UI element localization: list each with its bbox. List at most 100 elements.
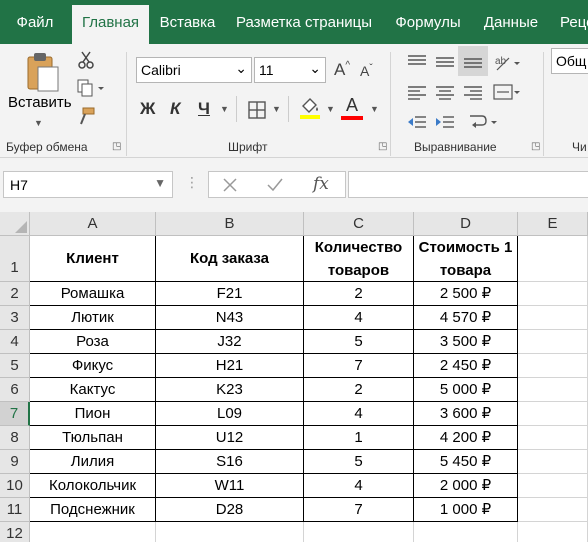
table-cell[interactable]: Роза <box>30 330 156 354</box>
fill-color-button[interactable] <box>298 96 322 120</box>
underline-dropdown-icon[interactable]: ▼ <box>220 104 229 114</box>
wrap-text-button[interactable] <box>466 110 500 134</box>
empty-cell[interactable] <box>518 450 588 474</box>
empty-cell[interactable] <box>518 474 588 498</box>
table-cell[interactable]: 2 500 ₽ <box>414 282 518 306</box>
paste-dropdown-icon[interactable]: ▼ <box>34 118 43 128</box>
empty-cell[interactable] <box>518 426 588 450</box>
table-cell[interactable]: 2 000 ₽ <box>414 474 518 498</box>
cancel-icon[interactable] <box>223 178 237 192</box>
table-cell[interactable]: 5 <box>304 450 414 474</box>
column-header[interactable]: B <box>156 212 304 236</box>
row-header[interactable]: 7 <box>0 402 30 426</box>
clipboard-launcher-icon[interactable]: ◳ <box>112 141 121 152</box>
chevron-down-icon[interactable]: ⌄ <box>235 60 247 77</box>
table-cell[interactable]: K23 <box>156 378 304 402</box>
tab-data[interactable]: Данные <box>476 5 546 44</box>
table-cell[interactable]: Пион <box>30 402 156 426</box>
header-cell[interactable]: Стоимость 1 товара <box>414 236 518 282</box>
row-header[interactable]: 5 <box>0 354 30 378</box>
tab-review[interactable]: Реце <box>552 5 588 44</box>
formula-input[interactable] <box>348 171 588 198</box>
align-left-button[interactable] <box>404 80 430 104</box>
tab-page-layout[interactable]: Разметка страницы <box>229 5 379 44</box>
empty-cell[interactable] <box>414 522 518 542</box>
empty-cell[interactable] <box>518 498 588 522</box>
table-cell[interactable]: 2 <box>304 282 414 306</box>
empty-cell[interactable] <box>518 330 588 354</box>
table-cell[interactable]: J32 <box>156 330 304 354</box>
number-format-combo[interactable]: Общ <box>551 48 588 74</box>
header-cell[interactable]: Код заказа <box>156 236 304 282</box>
insert-function-icon[interactable]: fx <box>313 174 329 194</box>
empty-cell[interactable] <box>156 522 304 542</box>
name-box[interactable]: H7 ▼ <box>3 171 173 198</box>
empty-cell[interactable] <box>518 402 588 426</box>
table-cell[interactable]: Ромашка <box>30 282 156 306</box>
font-size-combo[interactable]: 11 ⌄ <box>254 57 326 83</box>
align-middle-button[interactable] <box>432 50 458 74</box>
cut-button[interactable] <box>76 50 96 70</box>
bold-button[interactable]: Ж <box>140 99 155 119</box>
table-cell[interactable]: 5 000 ₽ <box>414 378 518 402</box>
tab-home[interactable]: Главная <box>72 5 149 44</box>
format-painter-button[interactable] <box>76 106 96 126</box>
table-cell[interactable]: 4 200 ₽ <box>414 426 518 450</box>
increase-indent-button[interactable] <box>432 110 458 134</box>
tab-formulas[interactable]: Формулы <box>386 5 470 44</box>
borders-dropdown-icon[interactable]: ▼ <box>272 104 281 114</box>
font-launcher-icon[interactable]: ◳ <box>378 141 387 152</box>
table-cell[interactable]: Фикус <box>30 354 156 378</box>
table-cell[interactable]: 2 450 ₽ <box>414 354 518 378</box>
empty-cell[interactable] <box>518 378 588 402</box>
table-cell[interactable]: W11 <box>156 474 304 498</box>
row-header[interactable]: 11 <box>0 498 30 522</box>
table-cell[interactable]: 5 450 ₽ <box>414 450 518 474</box>
table-cell[interactable]: 4 <box>304 474 414 498</box>
merge-button[interactable] <box>492 80 522 104</box>
decrease-indent-button[interactable] <box>404 110 430 134</box>
table-cell[interactable]: 5 <box>304 330 414 354</box>
chevron-down-icon[interactable]: ⌄ <box>309 60 321 77</box>
grow-font-button[interactable]: A^ <box>334 60 350 80</box>
table-cell[interactable]: U12 <box>156 426 304 450</box>
copy-button[interactable] <box>76 78 106 98</box>
empty-cell[interactable] <box>518 236 588 282</box>
table-cell[interactable]: D28 <box>156 498 304 522</box>
table-cell[interactable]: 1 <box>304 426 414 450</box>
align-center-button[interactable] <box>432 80 458 104</box>
row-header[interactable]: 9 <box>0 450 30 474</box>
empty-cell[interactable] <box>518 522 588 542</box>
align-right-button[interactable] <box>460 80 486 104</box>
table-cell[interactable]: Колокольчик <box>30 474 156 498</box>
table-cell[interactable]: 4 570 ₽ <box>414 306 518 330</box>
row-header[interactable]: 6 <box>0 378 30 402</box>
alignment-launcher-icon[interactable]: ◳ <box>531 141 540 152</box>
grip-icon[interactable]: ⋮ <box>185 174 199 191</box>
table-cell[interactable]: S16 <box>156 450 304 474</box>
empty-cell[interactable] <box>518 282 588 306</box>
table-cell[interactable]: N43 <box>156 306 304 330</box>
select-all-button[interactable] <box>0 212 30 236</box>
table-cell[interactable]: Кактус <box>30 378 156 402</box>
paste-label[interactable]: Вставить <box>8 94 72 111</box>
enter-check-icon[interactable] <box>267 178 283 192</box>
table-cell[interactable]: Подснежник <box>30 498 156 522</box>
header-cell[interactable]: Клиент <box>30 236 156 282</box>
table-cell[interactable]: 4 <box>304 402 414 426</box>
orientation-button[interactable]: ab <box>492 50 522 74</box>
font-color-button[interactable]: A <box>340 96 364 120</box>
italic-button[interactable]: К <box>170 99 180 119</box>
paste-button[interactable] <box>22 50 62 94</box>
chevron-down-icon[interactable]: ▼ <box>154 176 166 190</box>
font-family-combo[interactable]: Calibri ⌄ <box>136 57 252 83</box>
tab-insert[interactable]: Вставка <box>150 5 225 44</box>
font-color-dropdown-icon[interactable]: ▼ <box>370 104 379 114</box>
row-header[interactable]: 2 <box>0 282 30 306</box>
row-header[interactable]: 10 <box>0 474 30 498</box>
tab-file[interactable]: Файл <box>0 5 70 44</box>
column-header[interactable]: A <box>30 212 156 236</box>
align-top-button[interactable] <box>404 50 430 74</box>
shrink-font-button[interactable]: Aˇ <box>360 63 373 79</box>
table-cell[interactable]: L09 <box>156 402 304 426</box>
